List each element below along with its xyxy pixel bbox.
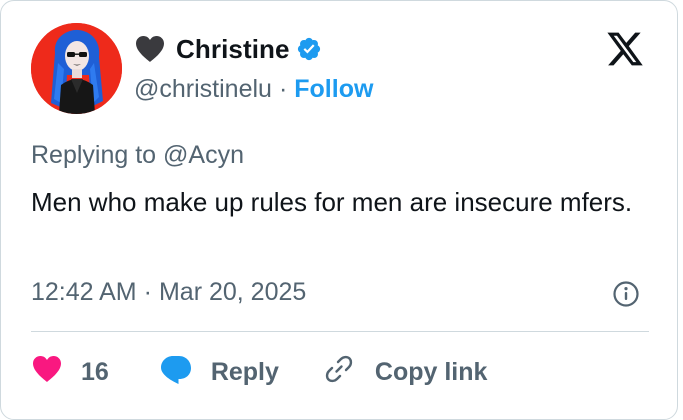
avatar[interactable] [31, 23, 122, 114]
replying-to-mention[interactable]: @Acyn [163, 141, 244, 169]
replying-to-line: Replying to @Acyn [31, 141, 244, 170]
divider [31, 331, 649, 332]
copy-link-button[interactable]: Copy link [323, 353, 488, 392]
tweet-time: 12:42 AM [31, 278, 137, 306]
tweet-timestamp[interactable]: 12:42 AM · Mar 20, 2025 [31, 278, 306, 307]
link-icon [323, 353, 355, 392]
copy-link-label: Copy link [374, 357, 488, 386]
handle-separator: · [278, 74, 288, 103]
verified-badge-icon [296, 36, 322, 62]
author-name[interactable]: Christine [176, 34, 290, 65]
black-heart-icon [134, 34, 166, 64]
tweet-date: Mar 20, 2025 [158, 278, 307, 306]
timestamp-separator: · [143, 278, 152, 306]
follow-button[interactable]: Follow [294, 75, 373, 104]
info-icon[interactable] [612, 280, 640, 308]
heart-icon [31, 354, 63, 391]
reply-button[interactable]: Reply [159, 353, 279, 392]
author-handle-row: @christinelu · Follow [134, 72, 373, 106]
like-count: 16 [81, 357, 109, 386]
x-logo-icon[interactable] [605, 31, 645, 67]
replying-prefix: Replying to [31, 141, 157, 169]
action-bar: 16 Reply Copy link [31, 351, 487, 393]
author-name-row: Christine [134, 31, 322, 67]
tweet-text: Men who make up rules for men are insecu… [31, 187, 633, 217]
tweet-card: Christine @christinelu · Follow Replying… [0, 0, 678, 420]
reply-label: Reply [210, 357, 279, 386]
like-button[interactable]: 16 [31, 354, 109, 391]
author-handle[interactable]: @christinelu [134, 75, 272, 104]
avatar-image [31, 23, 122, 114]
reply-bubble-icon [159, 353, 193, 392]
